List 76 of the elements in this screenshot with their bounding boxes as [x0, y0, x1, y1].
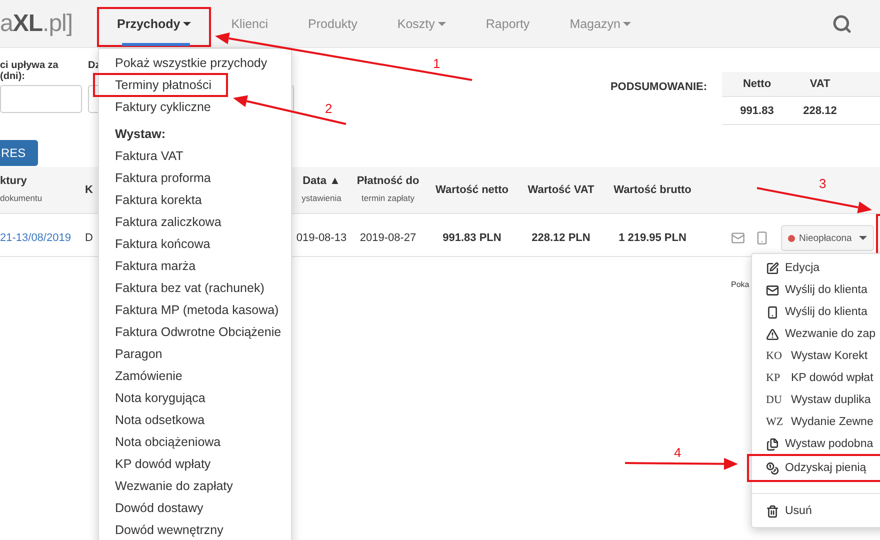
- menu-item[interactable]: WZ Wydanie Zewne: [752, 411, 880, 433]
- envelope-icon[interactable]: [731, 231, 745, 245]
- menu-item[interactable]: Nota odsetkowa: [99, 409, 291, 431]
- annotation-number: 2: [325, 101, 332, 116]
- column-header: Wartość netto: [436, 184, 508, 196]
- summary-header: VAT: [808, 78, 832, 90]
- column-header: Wartość VAT: [528, 184, 594, 196]
- menu-item[interactable]: Faktura marża: [99, 255, 291, 277]
- warning-icon: [766, 328, 779, 340]
- search-button[interactable]: [832, 14, 852, 34]
- edit-icon: [766, 262, 779, 274]
- summary-title: PODSUMOWANIE:: [610, 81, 707, 93]
- menu-item[interactable]: Edycja: [752, 257, 880, 279]
- table-cell: 019-08-13: [296, 232, 347, 244]
- code-label: WZ: [766, 416, 784, 428]
- menu-item[interactable]: Odzyskaj pienią: [748, 455, 880, 481]
- filter-label: ci upływa za (dni):: [0, 60, 60, 82]
- annotation-number: 1: [433, 56, 440, 71]
- logo[interactable]: aXL.pl]: [0, 0, 97, 47]
- menu-item[interactable]: Wystaw podobna: [752, 433, 880, 455]
- annotation-number: 4: [674, 445, 682, 460]
- copy-icon: [766, 438, 779, 450]
- trash-icon: [766, 504, 779, 518]
- column-header: Data ▲ ystawienia: [302, 175, 342, 205]
- column-header: Wartość brutto: [614, 184, 692, 196]
- table-cell: 991.83 PLN: [442, 232, 502, 244]
- column-header: ktury dokumentu: [0, 175, 42, 205]
- input-field[interactable]: [0, 85, 82, 113]
- menu-item[interactable]: Wyślij do klienta: [752, 301, 880, 323]
- menu-item[interactable]: Faktura bez vat (rachunek): [99, 277, 291, 299]
- envelope-icon: [766, 284, 779, 296]
- code-label: KP: [766, 372, 782, 384]
- column-header: Płatność do termin zapłaty: [356, 175, 420, 205]
- phone-icon[interactable]: [755, 231, 769, 245]
- menu-item[interactable]: Nota korygująca: [99, 387, 291, 409]
- menu-item[interactable]: DU Wystaw duplika: [752, 389, 880, 411]
- menu-item[interactable]: Usuń: [752, 500, 880, 522]
- menu-item[interactable]: Faktura końcowa: [99, 233, 291, 255]
- menu-item[interactable]: KP dowód wpłaty: [99, 453, 291, 475]
- menu-item[interactable]: Wezwanie do zap: [752, 323, 880, 345]
- menu-item[interactable]: Nota obciążeniowa: [99, 431, 291, 453]
- menu-item[interactable]: Wyślij do klienta: [752, 279, 880, 301]
- invoice-link[interactable]: 21-13/08/2019: [0, 232, 71, 244]
- menu-item[interactable]: Faktura MP (metoda kasowa): [99, 299, 291, 321]
- summary-value: 228.12: [802, 104, 838, 116]
- phone-icon: [766, 306, 779, 318]
- menu-item[interactable]: Dowód wewnętrzny: [99, 519, 291, 540]
- pagination-text: Poka: [731, 280, 750, 289]
- table-cell: D: [85, 232, 93, 244]
- menu-item[interactable]: Dowód dostawy: [99, 497, 291, 519]
- summary-value: 991.83: [739, 104, 775, 116]
- menu-item[interactable]: Faktura VAT: [99, 145, 291, 167]
- menu-item[interactable]: Paragon: [99, 343, 291, 365]
- code-label: KO: [766, 350, 783, 362]
- menu-item[interactable]: Faktura proforma: [99, 167, 291, 189]
- menu-item[interactable]: KO Wystaw Korekt: [752, 345, 880, 367]
- menu-item[interactable]: Faktury cykliczne: [99, 96, 291, 118]
- menu-item[interactable]: Zamówienie: [99, 365, 291, 387]
- table-cell: 228.12 PLN: [532, 232, 590, 244]
- table-cell: 1 219.95 PLN: [618, 232, 686, 244]
- action-button[interactable]: RES: [0, 140, 38, 166]
- status-dropdown[interactable]: Nieopłacona: [781, 225, 874, 251]
- code-label: DU: [766, 394, 783, 406]
- menu-item[interactable]: Faktura Odwrotne Obciążenie: [99, 321, 291, 343]
- table-cell: 2019-08-27: [360, 232, 416, 244]
- menu-item[interactable]: Faktura zaliczkowa: [99, 211, 291, 233]
- coins-icon: [766, 462, 779, 474]
- menu-item[interactable]: KP KP dowód wpłat: [752, 367, 880, 389]
- summary-header: Netto: [742, 78, 772, 90]
- menu-item[interactable]: Pokaż wszystkie przychody: [99, 52, 291, 74]
- column-header: K: [85, 184, 93, 196]
- menu-item[interactable]: Terminy płatności: [94, 74, 227, 96]
- annotation-number: 3: [819, 176, 826, 191]
- menu-header: Wystaw:: [114, 126, 166, 143]
- menu-item[interactable]: Faktura korekta: [99, 189, 291, 211]
- menu-item[interactable]: Wezwanie do zapłaty: [99, 475, 291, 497]
